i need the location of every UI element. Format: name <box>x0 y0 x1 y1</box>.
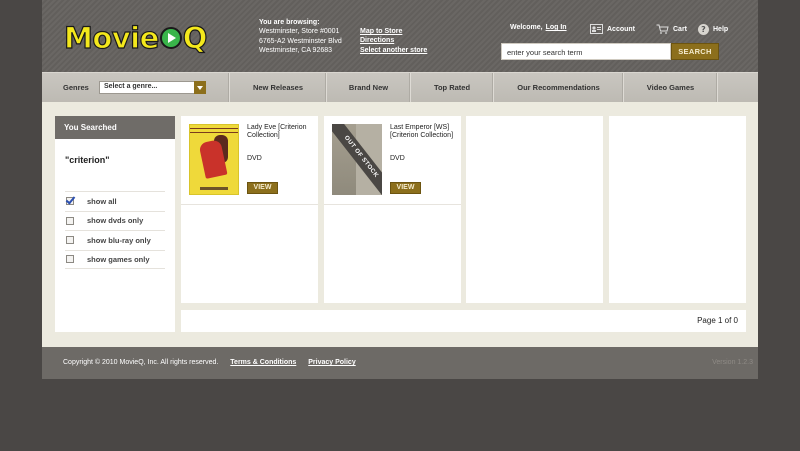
help-icon: ? <box>698 24 709 35</box>
product-title[interactable]: Lady Eve [Criterion Collection] <box>247 124 313 141</box>
terms-link[interactable]: Terms & Conditions <box>230 359 296 366</box>
account-icon <box>590 24 603 34</box>
product-card-last-emperor: OUT OF STOCK Last Emperor [WS] [Criterio… <box>324 116 461 303</box>
moviq-logo[interactable]: Movie Q <box>63 20 208 55</box>
nav-top-rated[interactable]: Top Rated <box>411 73 493 102</box>
product-format: DVD <box>390 155 405 162</box>
nav-brand-new[interactable]: Brand New <box>327 73 410 102</box>
nav-our-recommendations[interactable]: Our Recommendations <box>494 73 623 102</box>
main-nav: Genres Select a genre... New Releases Br… <box>42 72 758 102</box>
genre-select-value: Select a genre... <box>104 83 158 90</box>
cart-link[interactable]: Cart <box>656 24 687 34</box>
page-frame: Movie Q You are browsing: Westminster, S… <box>42 0 758 379</box>
welcome: Welcome, Log In <box>510 24 567 31</box>
search-input[interactable]: enter your search term <box>501 43 671 60</box>
nav-video-games[interactable]: Video Games <box>624 73 717 102</box>
map-to-store-link[interactable]: Map to Store <box>360 27 427 36</box>
welcome-text: Welcome, <box>510 24 543 31</box>
nav-divider <box>717 73 718 102</box>
pagination: Page 1 of 0 <box>181 310 746 332</box>
privacy-link[interactable]: Privacy Policy <box>308 359 355 366</box>
store-info: You are browsing: Westminster, Store #00… <box>259 18 342 56</box>
poster-credit-block <box>200 187 228 190</box>
filter-show-all[interactable]: show all <box>65 191 165 211</box>
genre-select[interactable]: Select a genre... <box>99 81 206 94</box>
product-card-lady-eve: Lady Eve [Criterion Collection] DVD VIEW <box>181 116 318 303</box>
account-link[interactable]: Account <box>590 24 635 34</box>
version-text: Version 1.2.3 <box>712 359 753 366</box>
search-query: "criterion" <box>65 155 110 165</box>
filter-label: show dvds only <box>87 216 144 226</box>
product-title[interactable]: Last Emperor [WS] [Criterion Collection] <box>390 124 456 141</box>
browsing-label: You are browsing: <box>259 19 320 26</box>
footer: Copyright © 2010 MovieQ, Inc. All rights… <box>42 347 758 379</box>
filter-show-games[interactable]: show games only <box>65 249 165 269</box>
checkbox[interactable] <box>66 216 74 225</box>
logo-text-q: Q <box>182 20 208 55</box>
chevron-down-icon <box>194 81 206 94</box>
checkbox[interactable] <box>66 255 74 264</box>
product-format: DVD <box>247 155 262 162</box>
checkbox-checked[interactable] <box>66 197 74 206</box>
nav-new-releases[interactable]: New Releases <box>230 73 326 102</box>
checkbox[interactable] <box>66 236 74 245</box>
store-links: Map to Store Directions Select another s… <box>360 27 427 55</box>
view-button[interactable]: VIEW <box>247 182 278 194</box>
view-button[interactable]: VIEW <box>390 182 421 194</box>
directions-link[interactable]: Directions <box>360 36 427 45</box>
select-store-link[interactable]: Select another store <box>360 46 427 55</box>
store-line: Westminster, CA 92683 <box>259 47 333 55</box>
filter-label: show all <box>87 196 117 206</box>
login-link[interactable]: Log In <box>546 24 567 31</box>
logo-text-movie: Movie <box>63 20 159 55</box>
search-button[interactable]: SEARCH <box>671 43 719 60</box>
filter-label: show blu-ray only <box>87 235 151 245</box>
last-emperor-poster-icon[interactable]: OUT OF STOCK <box>332 124 382 195</box>
cart-icon <box>656 24 669 34</box>
poster-band <box>190 128 238 133</box>
filter-list: show all show dvds only show blu-ray onl… <box>55 191 175 269</box>
empty-card <box>466 116 603 303</box>
card-divider <box>324 204 461 205</box>
cart-label: Cart <box>673 25 688 33</box>
play-icon <box>159 27 182 49</box>
search-sidebar: You Searched "criterion" show all show d… <box>55 116 175 332</box>
empty-card <box>609 116 746 303</box>
header: Movie Q You are browsing: Westminster, S… <box>42 0 758 72</box>
account-label: Account <box>607 25 635 33</box>
card-divider <box>181 204 318 205</box>
genres-label: Genres <box>63 83 89 92</box>
lady-eve-poster-icon[interactable] <box>189 124 239 195</box>
store-line: 6765-A2 Westminster Blvd <box>259 37 342 45</box>
filter-show-dvds[interactable]: show dvds only <box>65 210 165 231</box>
sidebar-heading: You Searched <box>55 116 175 139</box>
filter-label: show games only <box>87 254 150 264</box>
store-line: Westminster, Store #0001 <box>259 28 340 36</box>
copyright-text: Copyright © 2010 MovieQ, Inc. All rights… <box>63 359 219 366</box>
help-label: Help <box>713 26 729 33</box>
filter-show-bluray[interactable]: show blu-ray only <box>65 230 165 250</box>
help-link[interactable]: ? Help <box>698 24 728 35</box>
